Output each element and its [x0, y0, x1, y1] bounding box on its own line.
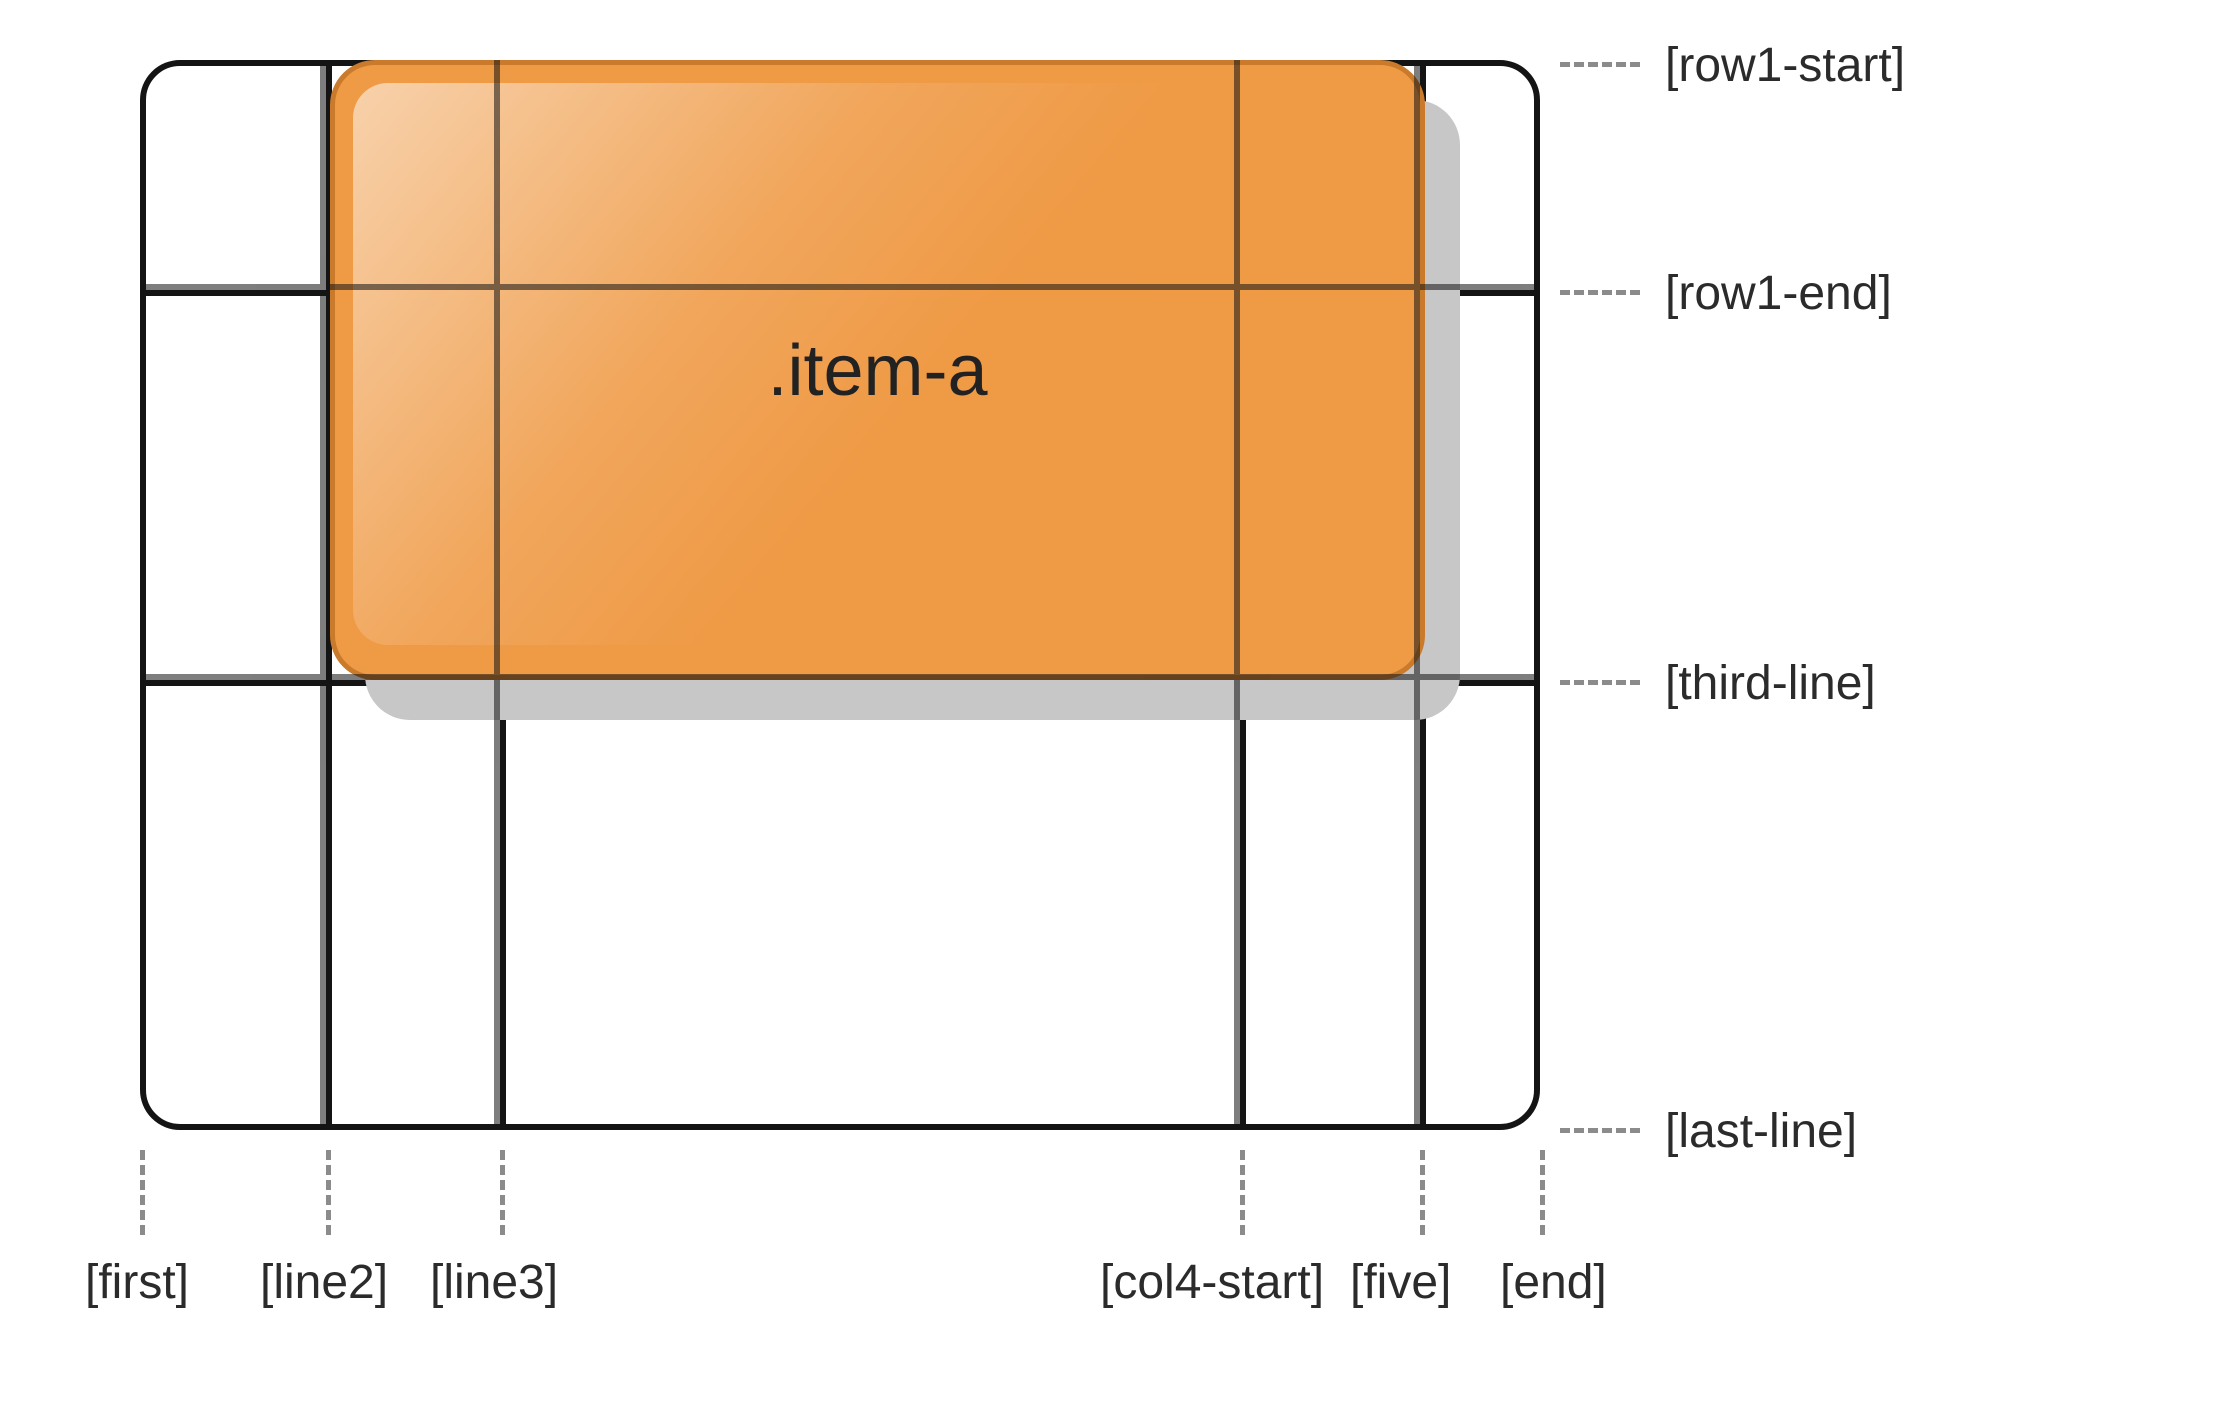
col-label-6: [end] [1500, 1255, 1607, 1310]
dash-row-2 [1560, 290, 1640, 295]
dash-col-3 [500, 1150, 505, 1235]
row-label-2: [row1-end] [1665, 266, 1892, 321]
dash-col-6 [1540, 1150, 1545, 1235]
item-a-label: .item-a [330, 330, 1425, 412]
col-label-1: [first] [85, 1255, 189, 1310]
col-label-5: [five] [1350, 1255, 1451, 1310]
dash-col-2 [326, 1150, 331, 1235]
row-label-4: [last-line] [1665, 1104, 1857, 1159]
dash-col-1 [140, 1150, 145, 1235]
col-label-3: [line3] [430, 1255, 558, 1310]
row-label-1: [row1-start] [1665, 38, 1905, 93]
dash-row-1 [1560, 62, 1640, 67]
col-label-2: [line2] [260, 1255, 388, 1310]
dash-row-3 [1560, 680, 1640, 685]
row-label-3: [third-line] [1665, 656, 1876, 711]
dash-col-5 [1420, 1150, 1425, 1235]
grid-diagram: .item-a [first] [line2] [line3] [col4-st… [0, 0, 2226, 1402]
dash-row-4 [1560, 1128, 1640, 1133]
col-label-4: [col4-start] [1100, 1255, 1324, 1310]
dash-col-4 [1240, 1150, 1245, 1235]
